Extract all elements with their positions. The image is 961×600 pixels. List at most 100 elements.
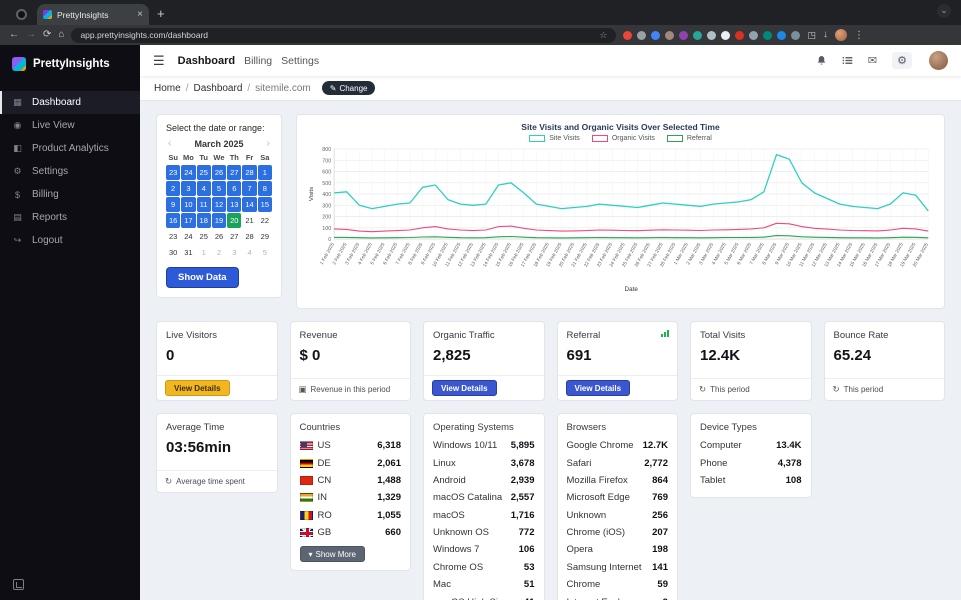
- calendar-day[interactable]: 30: [166, 245, 180, 260]
- extensions-puzzle-icon[interactable]: ◳: [807, 30, 816, 41]
- hamburger-menu-icon[interactable]: ☰: [153, 53, 165, 69]
- extension-icon[interactable]: [735, 30, 745, 40]
- user-avatar[interactable]: [929, 51, 948, 70]
- calendar-day[interactable]: 24: [181, 229, 195, 244]
- breadcrumb-item-dashboard[interactable]: Dashboard: [193, 83, 242, 94]
- calendar-day[interactable]: 2: [212, 245, 226, 260]
- calendar-day[interactable]: 9: [166, 197, 181, 212]
- address-bar[interactable]: app.prettyinsights.com/dashboard ☆: [71, 27, 617, 43]
- calendar-day[interactable]: 5: [258, 245, 272, 260]
- header-nav-settings[interactable]: Settings: [281, 55, 319, 67]
- bookmark-star-icon[interactable]: ☆: [599, 30, 607, 41]
- calendar-day[interactable]: 27: [227, 165, 242, 180]
- calendar-day[interactable]: 29: [258, 229, 272, 244]
- calendar-day[interactable]: 16: [166, 213, 181, 228]
- download-icon[interactable]: ↓: [823, 30, 828, 40]
- calendar-day[interactable]: 25: [197, 229, 211, 244]
- view-details-button[interactable]: View Details: [565, 380, 631, 396]
- calendar-day[interactable]: 20: [227, 213, 242, 228]
- sidebar-item-billing[interactable]: $ Billing: [0, 183, 140, 206]
- calendar-day[interactable]: 12: [211, 197, 227, 212]
- calendar-day[interactable]: 1: [257, 165, 272, 180]
- extension-icon[interactable]: [749, 30, 759, 40]
- view-details-button[interactable]: View Details: [432, 380, 497, 396]
- tab-close-icon[interactable]: ×: [137, 9, 143, 20]
- extension-icon[interactable]: [637, 30, 647, 40]
- breadcrumb-item-home[interactable]: Home: [154, 83, 181, 94]
- header-nav-dashboard[interactable]: Dashboard: [178, 55, 235, 67]
- extension-icon[interactable]: [777, 30, 787, 40]
- app-logo[interactable]: PrettyInsights: [0, 45, 140, 75]
- calendar-day[interactable]: 18: [196, 213, 211, 228]
- home-icon[interactable]: ⌂: [58, 30, 64, 40]
- extension-icon[interactable]: [679, 30, 689, 40]
- extension-icon[interactable]: [791, 30, 801, 40]
- calendar-prev-icon[interactable]: ‹: [166, 138, 173, 149]
- extension-icon[interactable]: [763, 30, 773, 40]
- calendar-day[interactable]: 6: [227, 181, 242, 196]
- calendar-day[interactable]: 5: [211, 181, 227, 196]
- reload-icon[interactable]: ⟳: [43, 30, 51, 40]
- sidebar-item-product-analytics[interactable]: ◧ Product Analytics: [0, 137, 140, 160]
- calendar-day[interactable]: 22: [258, 213, 272, 228]
- show-more-button[interactable]: ▾ Show More: [299, 546, 365, 563]
- extension-icon[interactable]: [665, 30, 675, 40]
- calendar-day[interactable]: 4: [196, 181, 211, 196]
- calendar-day[interactable]: 11: [196, 197, 211, 212]
- mail-icon[interactable]: ✉: [868, 54, 877, 67]
- calendar-day[interactable]: 21: [242, 213, 256, 228]
- header-nav-billing[interactable]: Billing: [244, 55, 272, 67]
- list-icon[interactable]: [842, 55, 853, 66]
- sidebar-item-dashboard[interactable]: ▦ Dashboard: [0, 91, 140, 114]
- legend-item-site-visits[interactable]: Site Visits: [529, 135, 580, 142]
- gear-icon[interactable]: ⚙: [892, 52, 912, 69]
- calendar-day[interactable]: 31: [181, 245, 195, 260]
- browser-tab[interactable]: PrettyInsights ×: [37, 4, 149, 25]
- extension-icon[interactable]: [623, 30, 633, 40]
- forward-icon[interactable]: →: [26, 30, 36, 40]
- calendar-day[interactable]: 17: [181, 213, 196, 228]
- calendar-day[interactable]: 3: [181, 181, 196, 196]
- change-button[interactable]: ✎ Change: [321, 81, 376, 95]
- calendar-day[interactable]: 23: [166, 165, 181, 180]
- back-icon[interactable]: ←: [9, 30, 19, 40]
- legend-item-organic-visits[interactable]: Organic Visits: [591, 135, 655, 142]
- browser-menu-icon[interactable]: ⋮: [854, 30, 864, 41]
- calendar-day[interactable]: 28: [242, 229, 256, 244]
- calendar-day[interactable]: 7: [242, 181, 257, 196]
- calendar-day[interactable]: 26: [211, 165, 227, 180]
- sidebar-item-settings[interactable]: ⚙ Settings: [0, 160, 140, 183]
- legend-item-referral[interactable]: Referral: [666, 135, 712, 142]
- calendar-day[interactable]: 13: [227, 197, 242, 212]
- calendar-day[interactable]: 28: [242, 165, 257, 180]
- calendar-day[interactable]: 2: [166, 181, 181, 196]
- window-menu-icon[interactable]: ⌄: [937, 4, 951, 18]
- extension-icon[interactable]: [651, 30, 661, 40]
- calendar-next-icon[interactable]: ›: [265, 138, 272, 149]
- collapse-sidebar-icon[interactable]: [13, 579, 24, 590]
- calendar-day[interactable]: 26: [212, 229, 226, 244]
- sidebar-item-reports[interactable]: ▤ Reports: [0, 206, 140, 229]
- calendar-day[interactable]: 25: [196, 165, 211, 180]
- calendar-day[interactable]: 23: [166, 229, 180, 244]
- calendar-day[interactable]: 27: [227, 229, 241, 244]
- calendar-day[interactable]: 8: [257, 181, 272, 196]
- calendar-day[interactable]: 4: [242, 245, 256, 260]
- sidebar-item-logout[interactable]: ↪ Logout: [0, 229, 140, 252]
- show-data-button[interactable]: Show Data: [166, 267, 239, 288]
- calendar-day[interactable]: 24: [181, 165, 196, 180]
- calendar-day[interactable]: 19: [211, 213, 227, 228]
- browser-profile-avatar[interactable]: [834, 29, 847, 41]
- calendar-day[interactable]: 3: [227, 245, 241, 260]
- new-tab-button[interactable]: +: [157, 6, 165, 21]
- extension-icon[interactable]: [693, 30, 703, 40]
- extension-icon[interactable]: [721, 30, 731, 40]
- calendar-day[interactable]: 10: [181, 197, 196, 212]
- extension-icon[interactable]: [707, 30, 717, 40]
- calendar-day[interactable]: 15: [257, 197, 272, 212]
- sidebar-item-live-view[interactable]: ◉ Live View: [0, 114, 140, 137]
- view-details-button[interactable]: View Details: [165, 380, 230, 396]
- calendar-day[interactable]: 1: [197, 245, 211, 260]
- calendar-day[interactable]: 14: [242, 197, 257, 212]
- bell-icon[interactable]: [816, 55, 827, 66]
